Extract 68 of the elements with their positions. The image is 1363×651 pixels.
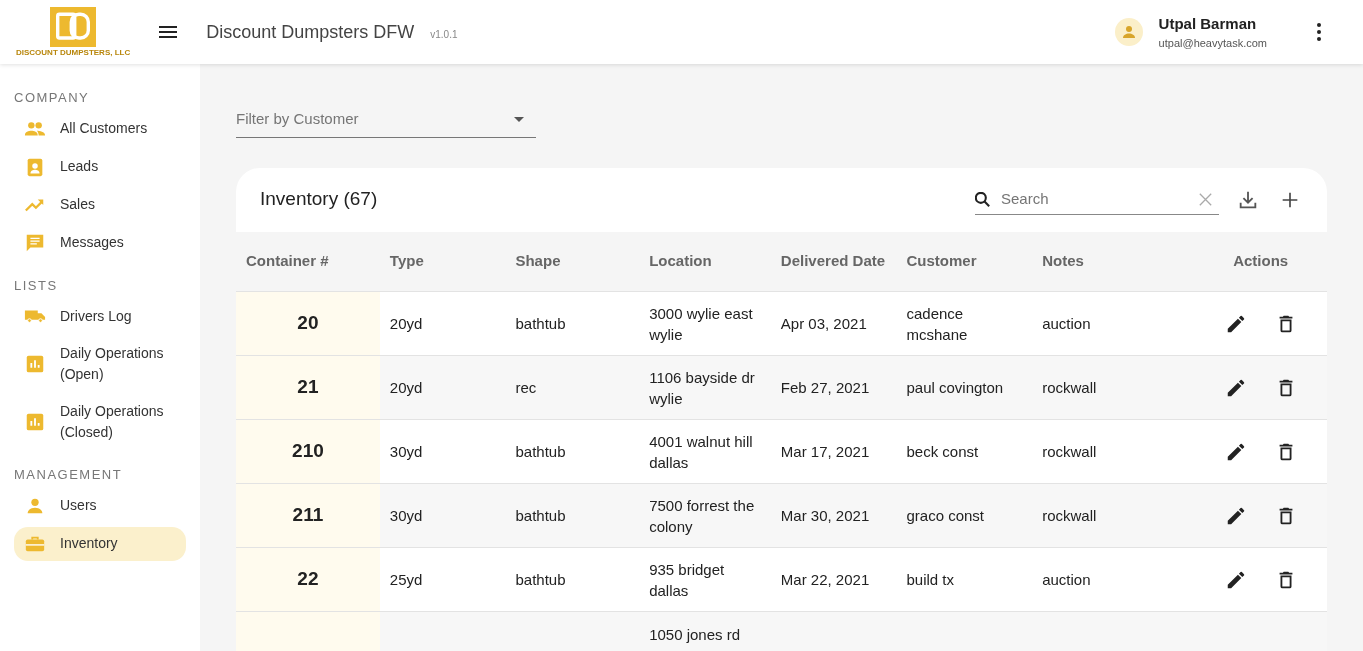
section-heading: MANAGEMENT (14, 466, 124, 484)
table-cell: Mar 22, 2021 (770, 547, 897, 612)
filter-dropdown[interactable]: Filter by Customer (236, 102, 536, 138)
table-cell: 3000 wylie east wylie (639, 291, 771, 356)
container-number: 22 (236, 547, 380, 612)
table-cell: rockwall (1032, 419, 1195, 484)
container-number: 211 (236, 483, 380, 548)
table-cell: 30yd (379, 483, 506, 548)
sidebar-item[interactable]: Daily Operations (Closed) (14, 395, 186, 449)
bar-chart-icon (24, 411, 46, 433)
bar-chart-icon (24, 353, 46, 375)
table-cell: auction (1032, 547, 1195, 612)
table-cell: bathtub (505, 547, 640, 612)
table-cell: beck const (896, 419, 1033, 484)
column-header: Location (639, 231, 771, 292)
column-header: Type (379, 231, 506, 292)
table-cell: rockwall (1032, 483, 1195, 548)
container-number: 210 (236, 419, 380, 484)
table-cell: rockwall (1032, 355, 1195, 420)
table-cell: 7500 forrest the colony (639, 483, 771, 548)
table-cell: paul covington (896, 355, 1033, 420)
table-title: Inventory (67) (260, 187, 378, 212)
logo-caption: DISCOUNT DUMPSTERS, LLC (16, 49, 131, 57)
sidebar-item[interactable]: Drivers Log (14, 299, 186, 333)
table-cell: rec (505, 355, 640, 420)
more-vertical-icon (1317, 23, 1321, 41)
table-cell: bathtub (505, 291, 640, 356)
table-cell: graco const (896, 483, 1033, 548)
column-header: Delivered Date (770, 231, 897, 292)
column-header: Notes (1032, 231, 1195, 292)
table-cell: 20yd (379, 355, 506, 420)
sidebar-item[interactable]: Leads (14, 149, 186, 184)
section-heading: COMPANY (14, 89, 91, 107)
table-cell: 20yd (379, 291, 506, 356)
table-cell: 25yd (379, 547, 506, 612)
table-cell: 1106 bayside dr wylie (639, 355, 771, 420)
caret-down-icon (514, 117, 524, 123)
more-button[interactable] (1315, 21, 1323, 43)
table-cell: 4001 walnut hill dallas (639, 419, 771, 484)
sidebar-item[interactable]: All Customers (14, 111, 186, 146)
table-cell: cadence mcshane (896, 291, 1033, 356)
column-header: Container # (236, 231, 380, 292)
column-header: Shape (505, 231, 640, 292)
container-number: 21 (236, 355, 380, 420)
sidebar-item[interactable]: Sales (14, 187, 186, 222)
table-cell: 1050 jones rd (639, 611, 771, 651)
app-title: Discount Dumpsters DFW (206, 20, 415, 44)
table-cell: bathtub (505, 419, 640, 484)
column-header: Customer (896, 231, 1033, 292)
table-cell: bathtub (505, 483, 640, 548)
table-cell: Apr 03, 2021 (770, 291, 897, 356)
version-label: v1.0.1 (430, 27, 458, 42)
sidebar-item[interactable]: Messages (14, 225, 186, 260)
sidebar-item[interactable]: Users (14, 488, 186, 523)
section-heading: LISTS (14, 276, 59, 295)
user-name: Utpal Barman (1158, 13, 1258, 34)
table-cell: Feb 27, 2021 (770, 355, 897, 420)
container-number: 20 (236, 291, 380, 356)
column-header: Actions (1194, 231, 1327, 292)
table-cell: auction (1032, 291, 1195, 356)
table-cell: Mar 17, 2021 (770, 419, 897, 484)
sidebar-item[interactable]: Daily Operations (Open) (14, 337, 186, 391)
table-cell: Mar 30, 2021 (770, 483, 897, 548)
table-cell: 935 bridget dallas (639, 547, 771, 612)
sidebar-item[interactable]: Inventory (14, 526, 186, 561)
user-email: utpal@heavytask.com (1158, 36, 1267, 51)
table-cell: build tx (896, 547, 1033, 612)
table-cell: 30yd (379, 419, 506, 484)
